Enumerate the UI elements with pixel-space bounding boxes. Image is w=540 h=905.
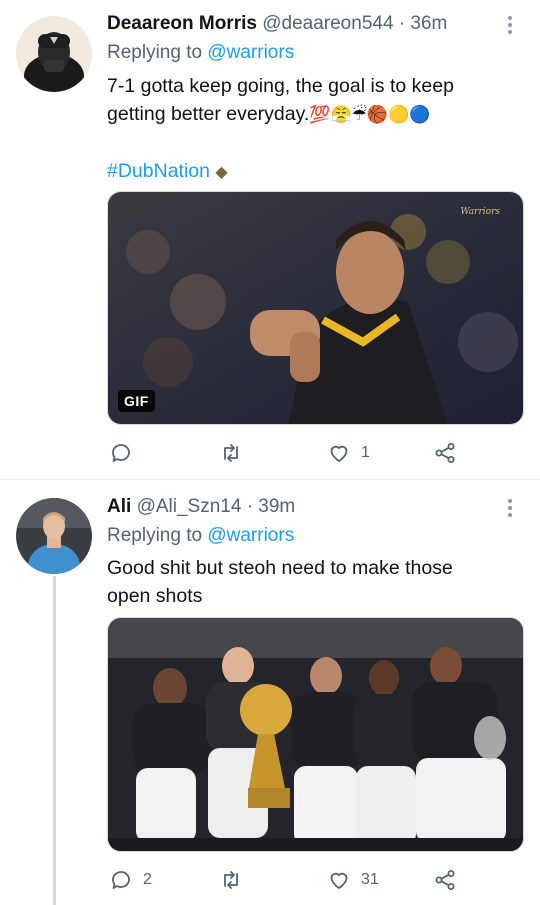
- retweet-icon: [224, 444, 238, 462]
- reply-icon: [112, 444, 130, 462]
- like-count: 31: [361, 871, 379, 888]
- share-icon: [435, 443, 455, 463]
- tweet-header: Deaareon Morris @deaareon544 · 36m: [107, 13, 447, 35]
- reply-button[interactable]: 2: [109, 865, 152, 895]
- avatar-image: [16, 16, 92, 92]
- replying-to: Replying to @warriors: [107, 42, 294, 64]
- more-icon[interactable]: [500, 13, 520, 37]
- gif-image: Warriors: [108, 192, 523, 424]
- hashtag-emoji-icon: ◆: [215, 164, 228, 181]
- like-icon: [330, 445, 348, 462]
- share-button[interactable]: [433, 438, 457, 468]
- share-button[interactable]: [433, 865, 457, 895]
- retweet-button[interactable]: [219, 438, 253, 468]
- gif-watermark: Warriors: [460, 207, 500, 217]
- author-handle[interactable]: @deaareon544: [262, 13, 393, 34]
- reply-count: 2: [143, 871, 152, 888]
- replying-prefix: Replying to: [107, 42, 203, 63]
- replying-to: Replying to @warriors: [107, 525, 294, 547]
- reply-icon: [112, 871, 130, 889]
- tweet-actions: 2 31: [107, 865, 507, 895]
- timestamp[interactable]: 36m: [410, 13, 447, 34]
- avatar[interactable]: [16, 16, 92, 92]
- tweet-text-line: Good shit but steoh need to make those: [107, 557, 453, 579]
- retweet-icon: [224, 871, 238, 889]
- replying-to-link[interactable]: @warriors: [207, 525, 294, 546]
- author-name[interactable]: Ali: [107, 496, 131, 517]
- tweet-1[interactable]: Deaareon Morris @deaareon544 · 36m Reply…: [0, 0, 540, 478]
- retweet-button[interactable]: [219, 865, 253, 895]
- hashtag-link[interactable]: #DubNation: [107, 160, 210, 182]
- tweet-text: 7-1 gotta keep going, the goal is to kee…: [107, 72, 527, 187]
- replying-to-link[interactable]: @warriors: [207, 42, 294, 63]
- photo-media[interactable]: [107, 617, 524, 852]
- like-button[interactable]: 31: [327, 865, 379, 895]
- avatar[interactable]: [16, 498, 92, 574]
- author-handle[interactable]: @Ali_Szn14: [137, 496, 242, 517]
- separator: ·: [246, 496, 254, 517]
- timestamp[interactable]: 39m: [258, 496, 295, 517]
- tweet-2[interactable]: Ali @Ali_Szn14 · 39m Replying to @warrio…: [0, 480, 540, 905]
- tweet-text-line: getting better everyday.💯😤☔🏀🟡🔵: [107, 100, 527, 129]
- thread-line: [53, 576, 56, 905]
- emoji-sequence: 💯😤☔🏀🟡🔵: [309, 105, 431, 124]
- tweet-text-line-2: getting better everyday.: [107, 103, 310, 125]
- tweet-text-line: 7-1 gotta keep going, the goal is to kee…: [107, 75, 454, 97]
- tweet-text-line: open shots: [107, 585, 203, 607]
- tweet-text: Good shit but steoh need to make those o…: [107, 554, 527, 610]
- photo-image: [108, 618, 523, 851]
- gif-badge: GIF: [118, 390, 155, 412]
- like-button[interactable]: 1: [327, 438, 370, 468]
- gif-media[interactable]: Warriors GIF: [107, 191, 524, 425]
- share-icon: [435, 870, 455, 890]
- like-count: 1: [361, 444, 370, 461]
- more-icon[interactable]: [500, 496, 520, 520]
- author-name[interactable]: Deaareon Morris: [107, 13, 257, 34]
- reply-button[interactable]: [109, 438, 143, 468]
- like-icon: [330, 872, 348, 889]
- separator: ·: [398, 13, 406, 34]
- tweet-actions: 1: [107, 438, 507, 468]
- tweet-header: Ali @Ali_Szn14 · 39m: [107, 496, 295, 518]
- avatar-image: [16, 498, 92, 574]
- replying-prefix: Replying to: [107, 525, 203, 546]
